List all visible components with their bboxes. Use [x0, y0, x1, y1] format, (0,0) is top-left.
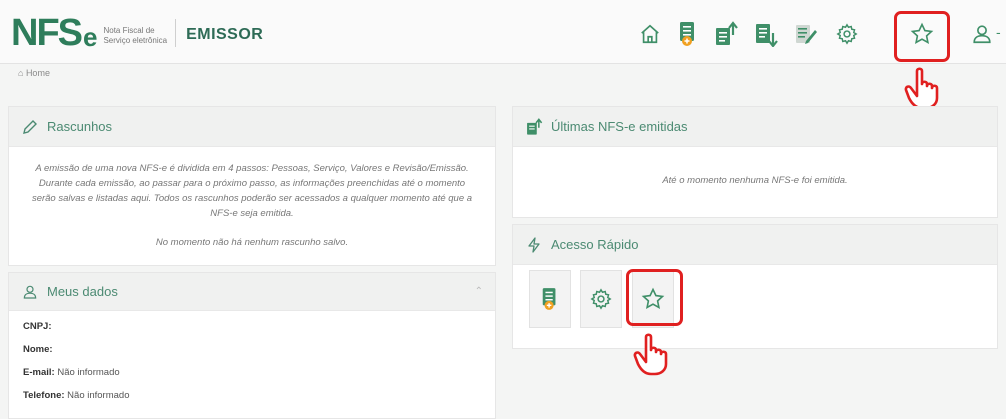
- logo-subtitle-line1: Nota Fiscal de: [103, 26, 155, 35]
- logo-e: e: [83, 21, 98, 52]
- hand-pointer-icon: [632, 332, 672, 381]
- gear-icon[interactable]: [833, 20, 861, 48]
- logo-subtitle: Nota Fiscal de Serviço eletrônica: [103, 26, 167, 46]
- user-menu-caret[interactable]: -: [996, 24, 1001, 40]
- breadcrumb: ⌂ Home: [18, 68, 50, 78]
- rascunhos-panel: Rascunhos A emissão de uma nova NFS-e é …: [8, 106, 496, 266]
- ultimas-nfse-panel: Últimas NFS-e emitidas Até o momento nen…: [512, 106, 998, 218]
- pencil-icon: [21, 118, 39, 136]
- field-telefone: Telefone: Não informado: [23, 390, 481, 401]
- home-icon[interactable]: [636, 20, 664, 48]
- rascunhos-description: A emissão de uma nova NFS-e é dividida e…: [31, 163, 473, 219]
- field-cnpj: CNPJ:: [23, 321, 481, 332]
- top-bar: NFS e Nota Fiscal de Serviço eletrônica …: [0, 0, 1006, 64]
- logo-mark: NFS: [11, 12, 83, 54]
- logo-subtitle-line2: Serviço eletrônica: [103, 36, 168, 45]
- ultimas-nfse-title: Últimas NFS-e emitidas: [551, 119, 688, 134]
- rascunhos-empty: No momento não há nenhum rascunho salvo.: [155, 237, 349, 248]
- lightning-icon: [525, 236, 543, 254]
- quick-access-settings[interactable]: [580, 270, 622, 328]
- field-label: Nome:: [23, 344, 53, 355]
- rascunhos-header: Rascunhos: [9, 107, 495, 147]
- breadcrumb-home[interactable]: Home: [26, 68, 50, 78]
- field-email: E-mail: Não informado: [23, 367, 481, 378]
- user-icon: [21, 283, 39, 301]
- download-document-icon[interactable]: [752, 20, 780, 48]
- new-invoice-icon[interactable]: [674, 20, 702, 48]
- app-name: EMISSOR: [186, 26, 264, 43]
- rascunhos-title: Rascunhos: [47, 119, 113, 134]
- ultimas-nfse-header: Últimas NFS-e emitidas: [513, 107, 997, 147]
- field-label: Telefone:: [23, 390, 65, 401]
- new-invoice-icon: [542, 288, 556, 310]
- gear-icon: [590, 288, 612, 310]
- acesso-rapido-title: Acesso Rápido: [551, 237, 639, 252]
- field-label: E-mail:: [23, 367, 55, 378]
- edit-document-icon[interactable]: [792, 20, 820, 48]
- breadcrumb-home-icon: ⌂: [18, 68, 26, 78]
- upload-document-icon: [525, 117, 543, 136]
- meus-dados-header: Meus dados ⌃: [9, 273, 495, 311]
- field-nome: Nome:: [23, 344, 481, 355]
- ultimas-nfse-empty: Até o momento nenhuma NFS-e foi emitida.: [662, 175, 848, 186]
- logo[interactable]: NFS e Nota Fiscal de Serviço eletrônica …: [11, 14, 263, 52]
- meus-dados-panel: Meus dados ⌃ CNPJ: Nome: E-mail: Não inf…: [8, 272, 496, 419]
- acesso-rapido-header: Acesso Rápido: [513, 225, 997, 265]
- highlight-box-quick-star: [626, 269, 683, 326]
- highlight-box-star: [894, 11, 950, 62]
- logo-separator: [175, 19, 177, 47]
- collapse-icon[interactable]: ⌃: [475, 286, 483, 297]
- quick-access-new-invoice[interactable]: [529, 270, 571, 328]
- upload-document-icon[interactable]: [712, 20, 740, 48]
- field-value: Não informado: [67, 390, 130, 401]
- user-icon[interactable]: [968, 20, 996, 48]
- meus-dados-title: Meus dados: [47, 284, 118, 299]
- field-value: Não informado: [57, 367, 120, 378]
- field-label: CNPJ:: [23, 321, 52, 332]
